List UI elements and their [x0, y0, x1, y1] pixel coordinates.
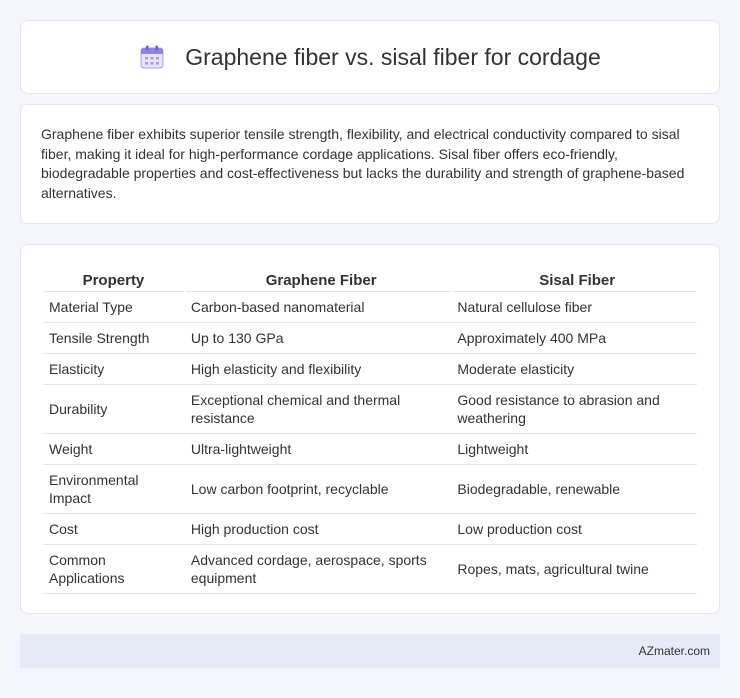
table-row: Material Type Carbon-based nanomaterial … [43, 291, 697, 323]
title-card: Graphene fiber vs. sisal fiber for corda… [20, 20, 720, 94]
graphene-cell: Carbon-based nanomaterial [184, 291, 452, 323]
sisal-cell: Biodegradable, renewable [451, 464, 697, 514]
property-cell: Elasticity [43, 353, 185, 385]
graphene-cell: Exceptional chemical and thermal resista… [184, 384, 452, 434]
property-cell: Weight [43, 433, 185, 465]
sisal-cell: Good resistance to abrasion and weatheri… [451, 384, 697, 434]
graphene-cell: Low carbon footprint, recyclable [184, 464, 452, 514]
table-row: Cost High production cost Low production… [43, 513, 697, 545]
sisal-cell: Ropes, mats, agricultural twine [451, 544, 697, 594]
property-cell: Durability [43, 384, 185, 434]
property-cell: Common Applications [43, 544, 185, 594]
property-cell: Material Type [43, 291, 185, 323]
table-row: Weight Ultra-lightweight Lightweight [43, 433, 697, 465]
comparison-table: Property Graphene Fiber Sisal Fiber Mate… [43, 265, 698, 594]
sisal-cell: Lightweight [451, 433, 697, 465]
column-header-property: Property [43, 265, 186, 292]
sisal-cell: Moderate elasticity [451, 353, 697, 385]
property-cell: Cost [43, 513, 185, 545]
column-header-graphene: Graphene Fiber [184, 265, 453, 292]
sisal-cell: Approximately 400 MPa [451, 322, 697, 354]
footer: AZmater.com [20, 634, 720, 668]
sisal-cell: Low production cost [451, 513, 697, 545]
page-title: Graphene fiber vs. sisal fiber for corda… [185, 43, 601, 70]
graphene-cell: Ultra-lightweight [184, 433, 452, 465]
graphene-cell: Up to 130 GPa [184, 322, 452, 354]
comparison-table-card: Property Graphene Fiber Sisal Fiber Mate… [20, 244, 720, 614]
property-cell: Tensile Strength [43, 322, 185, 354]
calendar-icon [139, 44, 165, 70]
footer-site-link[interactable]: AZmater.com [639, 644, 710, 658]
table-row: Elasticity High elasticity and flexibili… [43, 353, 697, 385]
table-row: Environmental Impact Low carbon footprin… [43, 464, 697, 514]
table-row: Durability Exceptional chemical and ther… [43, 384, 697, 434]
table-header-row: Property Graphene Fiber Sisal Fiber [43, 265, 698, 292]
column-header-sisal: Sisal Fiber [451, 265, 698, 292]
graphene-cell: Advanced cordage, aerospace, sports equi… [184, 544, 452, 594]
table-row: Tensile Strength Up to 130 GPa Approxima… [43, 322, 697, 354]
property-cell: Environmental Impact [43, 464, 185, 514]
table-row: Common Applications Advanced cordage, ae… [43, 544, 697, 594]
graphene-cell: High production cost [184, 513, 452, 545]
intro-card: Graphene fiber exhibits superior tensile… [20, 104, 720, 224]
graphene-cell: High elasticity and flexibility [184, 353, 452, 385]
intro-paragraph: Graphene fiber exhibits superior tensile… [41, 126, 685, 201]
sisal-cell: Natural cellulose fiber [451, 291, 697, 323]
